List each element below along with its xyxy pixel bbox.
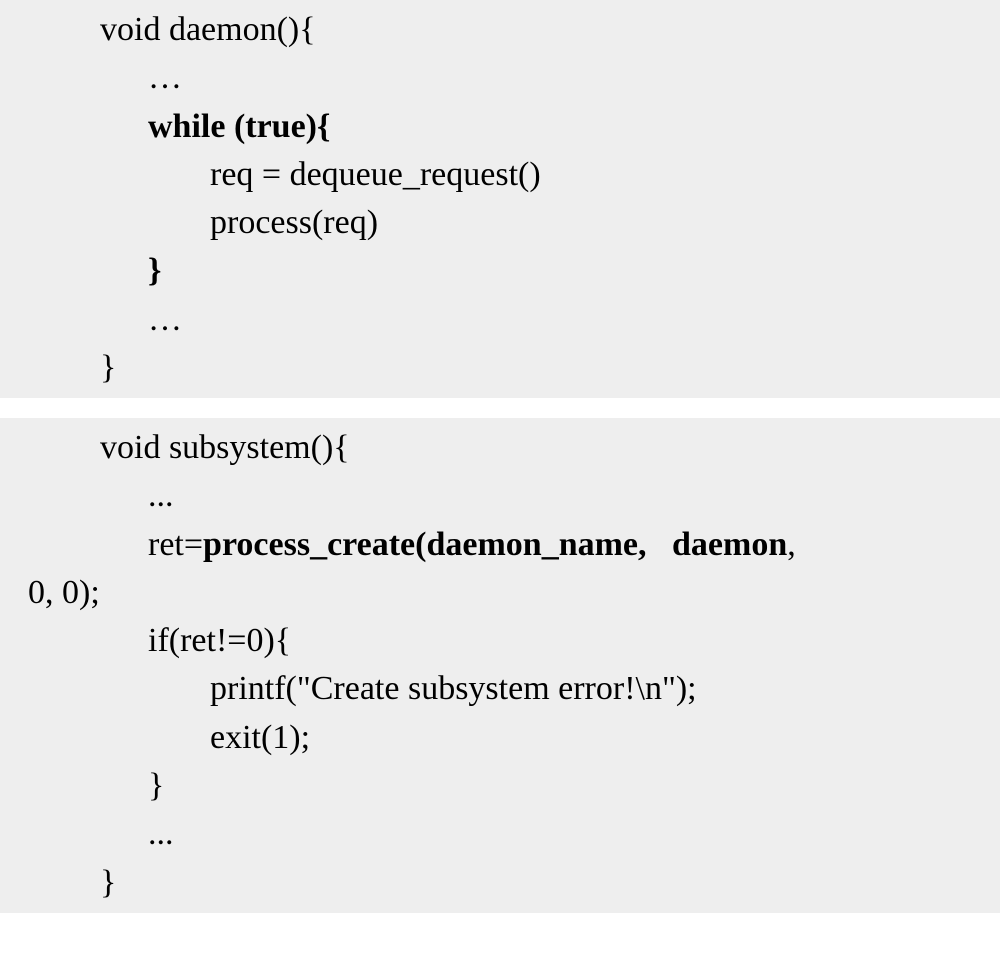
code-line: 0, 0); <box>0 569 1000 617</box>
code-line: … <box>0 54 1000 102</box>
code-line: void daemon(){ <box>0 6 1000 54</box>
code-line: process(req) <box>0 199 1000 247</box>
code-line: } <box>0 344 1000 392</box>
code-text: ret= <box>148 526 203 563</box>
code-line: exit(1); <box>0 714 1000 762</box>
code-line: } <box>0 247 1000 295</box>
code-line: printf("Create subsystem error!\n"); <box>0 665 1000 713</box>
code-line: req = dequeue_request() <box>0 151 1000 199</box>
code-panel-subsystem: void subsystem(){ ... ret=process_create… <box>0 418 1000 913</box>
code-block-subsystem: void subsystem(){ ... ret=process_create… <box>0 424 1000 907</box>
code-line: ret=process_create(daemon_name, daemon, <box>0 521 1000 569</box>
code-line: … <box>0 296 1000 344</box>
code-text: , <box>787 526 796 563</box>
code-line: } <box>0 859 1000 907</box>
code-line: void subsystem(){ <box>0 424 1000 472</box>
code-block-daemon: void daemon(){ … while (true){ req = deq… <box>0 6 1000 392</box>
code-line: ... <box>0 810 1000 858</box>
code-line: while (true){ <box>0 103 1000 151</box>
code-line: ... <box>0 472 1000 520</box>
code-text: process_create(daemon_name, daemon <box>203 526 787 563</box>
code-line: } <box>0 762 1000 810</box>
code-panel-daemon: void daemon(){ … while (true){ req = deq… <box>0 0 1000 398</box>
code-line: if(ret!=0){ <box>0 617 1000 665</box>
